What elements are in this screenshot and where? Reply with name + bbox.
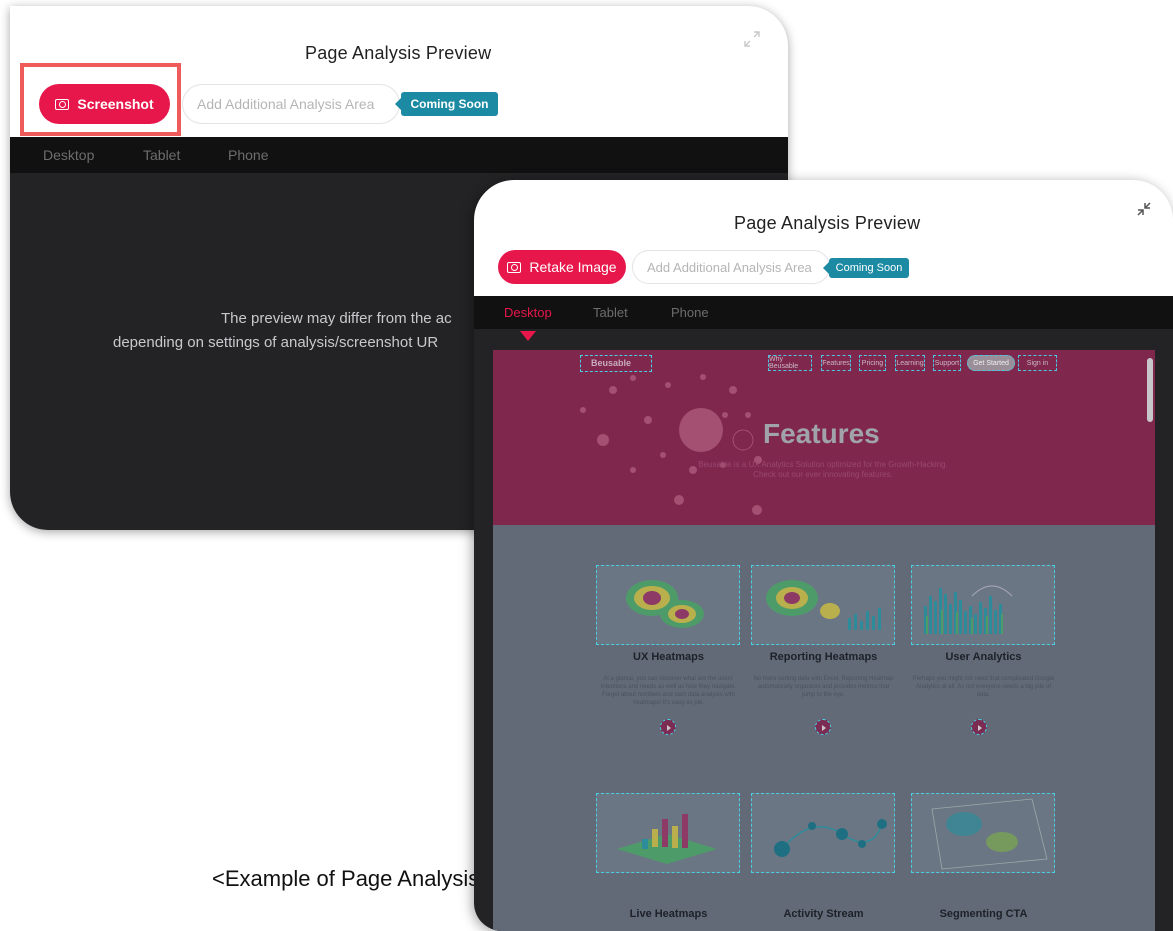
nav-support: Support: [933, 355, 961, 371]
3d-heatmap-thumbnail: [617, 814, 717, 864]
card-thumb-activity-stream: [751, 793, 895, 873]
preview-notice-line2: depending on settings of analysis/screen…: [113, 334, 439, 351]
card-desc-reporting-heatmaps: No more sorting data with Excel. Reporti…: [753, 676, 894, 698]
retake-image-button[interactable]: Retake Image: [498, 250, 626, 284]
hero-title: Features: [763, 418, 880, 449]
coming-soon-badge: Coming Soon: [823, 258, 909, 278]
card-thumb-reporting-heatmaps: [751, 565, 895, 645]
active-tab-indicator-icon: [520, 331, 536, 341]
card-thumb-segmenting-cta: [911, 793, 1055, 873]
card-desc-ux-heatmaps: At a glance, you can discover what are t…: [600, 676, 737, 706]
add-analysis-area-input[interactable]: Add Additional Analysis Area: [182, 84, 400, 124]
tab-desktop[interactable]: Desktop: [43, 147, 94, 163]
tab-desktop[interactable]: Desktop: [504, 305, 552, 320]
card-title-reporting-heatmaps: Reporting Heatmaps: [769, 651, 878, 663]
device-tabbar: Desktop Tablet Phone: [474, 296, 1173, 329]
flow-thumbnail: [774, 819, 887, 857]
nav-learning: Learning: [895, 355, 925, 371]
coming-soon-badge: Coming Soon: [395, 92, 498, 116]
card-title-user-analytics: User Analytics: [945, 651, 1022, 663]
bar-chart-thumbnail: [924, 585, 1013, 634]
tab-phone[interactable]: Phone: [671, 305, 709, 320]
card-title-activity-stream: Activity Stream: [783, 908, 864, 920]
nav-features: Features: [821, 355, 851, 371]
camera-icon: [507, 261, 522, 273]
retake-image-label: Retake Image: [529, 259, 617, 275]
hero-subtitle-1: Beusable is a UX Analytics Solution opti…: [698, 460, 948, 469]
preview-scrollbar[interactable]: [1147, 358, 1153, 422]
hero-subtitle-2: Check out our ever innovating features.: [753, 470, 893, 479]
site-logo: Beusable: [591, 358, 632, 368]
expand-icon[interactable]: [743, 30, 761, 48]
card-title-ux-heatmaps: UX Heatmaps: [633, 651, 704, 663]
captured-page[interactable]: Beusable Why Beusable Features Pricing L…: [493, 350, 1155, 931]
panel-title: Page Analysis Preview: [305, 43, 492, 63]
screenshot-button-highlight: [20, 63, 181, 136]
scatter-thumbnail: [931, 798, 1048, 870]
card-desc-user-analytics: Perhaps you might not need that complica…: [912, 676, 1055, 698]
nav-sign-in: Sign in: [1018, 355, 1057, 371]
card-thumb-user-analytics: [911, 565, 1055, 645]
heatmap-thumbnail: [766, 580, 881, 630]
heatmap-thumbnail: [626, 580, 704, 628]
card-title-live-heatmaps: Live Heatmaps: [629, 908, 708, 920]
tab-tablet[interactable]: Tablet: [143, 147, 180, 163]
preview-panel-after: Page Analysis Preview Retake Image Add A…: [474, 180, 1173, 931]
card-thumb-live-heatmaps: [596, 793, 740, 873]
nav-why-beusable: Why Beusable: [768, 355, 812, 371]
add-analysis-area-input[interactable]: Add Additional Analysis Area: [632, 250, 830, 284]
card-more-button: [660, 719, 676, 735]
card-thumb-ux-heatmaps: [596, 565, 740, 645]
stage: Page Analysis Preview Screenshot Add Add…: [0, 0, 1173, 931]
tab-phone[interactable]: Phone: [228, 147, 268, 163]
collapse-icon[interactable]: [1135, 200, 1153, 218]
captured-hero: Beusable Why Beusable Features Pricing L…: [493, 350, 1155, 525]
preview-notice-line1: The preview may differ from the ac: [221, 310, 452, 327]
nav-pricing: Pricing: [859, 355, 886, 371]
bubble-graphic: [580, 374, 762, 515]
panel-title: Page Analysis Preview: [734, 213, 921, 233]
tab-tablet[interactable]: Tablet: [593, 305, 628, 320]
device-tabbar: Desktop Tablet Phone: [10, 137, 788, 173]
card-title-segmenting-cta: Segmenting CTA: [939, 908, 1028, 920]
nav-get-started: Get Started: [967, 355, 1015, 371]
captured-content: UX Heatmaps At a glance, you can discove…: [493, 525, 1155, 931]
card-more-button: [815, 719, 831, 735]
card-more-button: [971, 719, 987, 735]
